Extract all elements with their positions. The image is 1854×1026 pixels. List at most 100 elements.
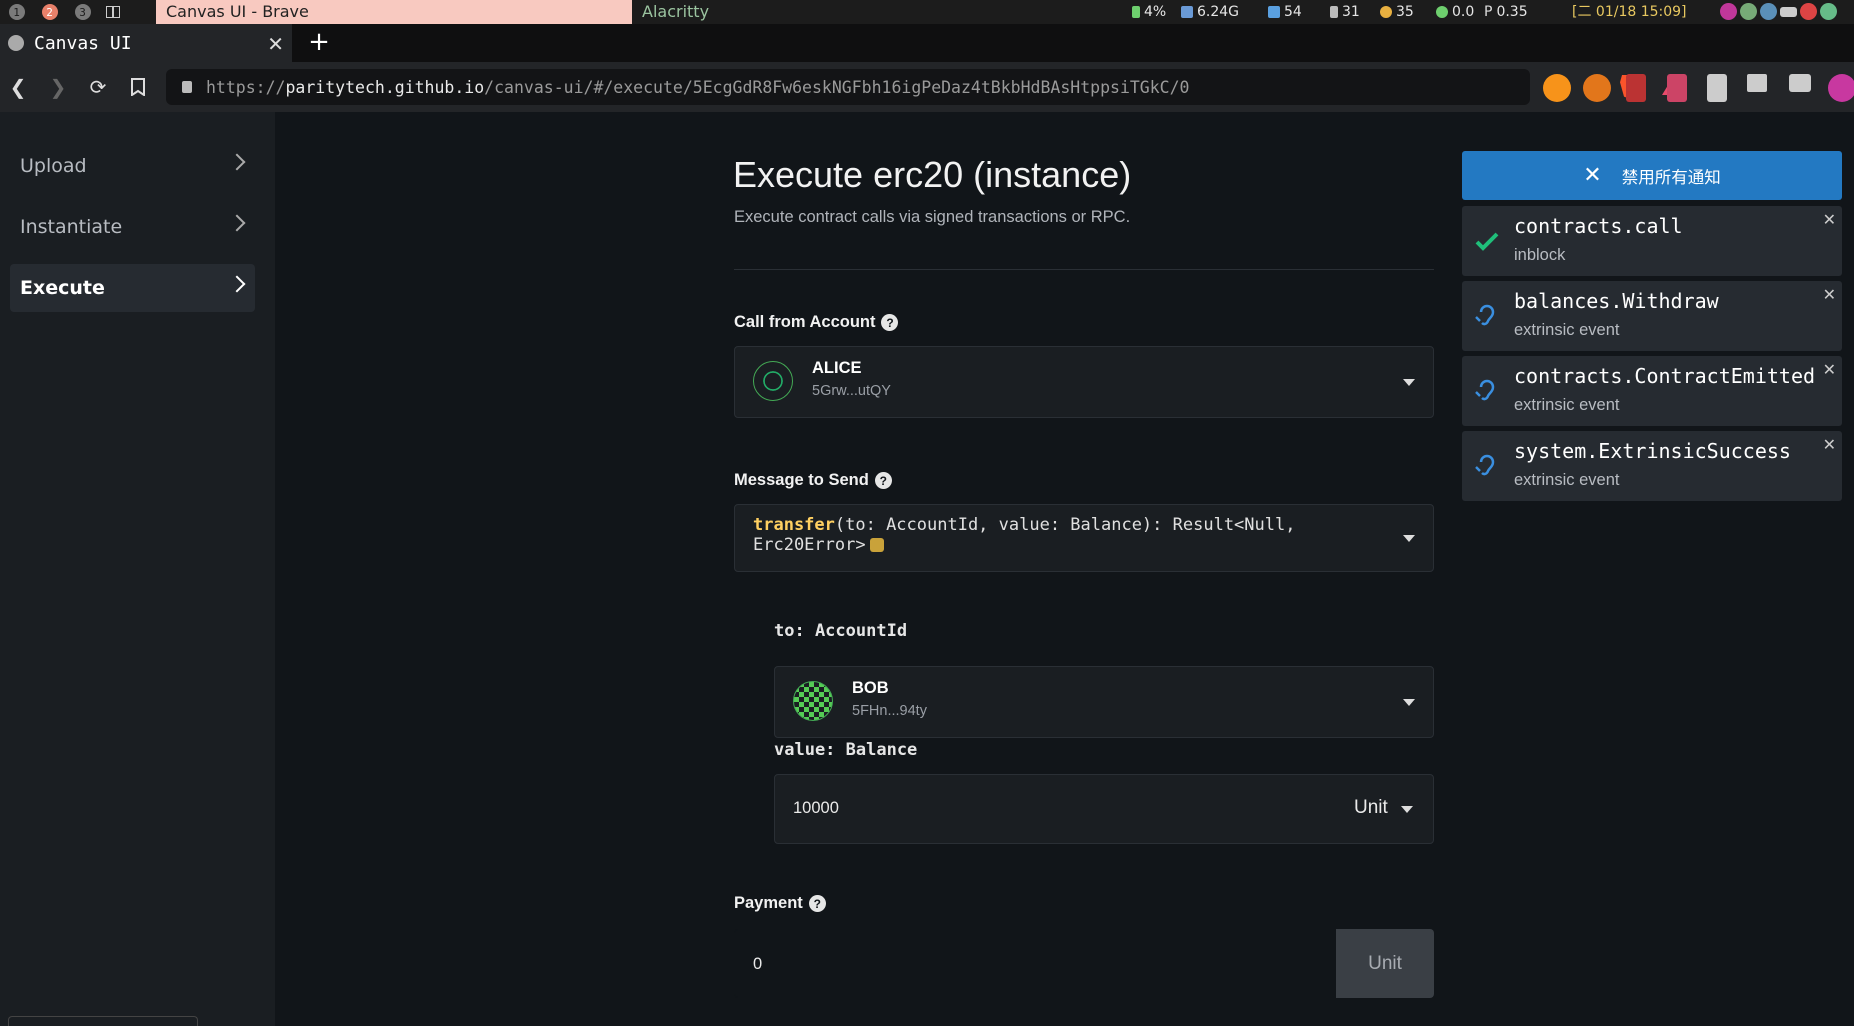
account-address: 5Grw...utQY (812, 383, 891, 399)
message-select[interactable]: transfer(to: AccountId, value: Balance):… (734, 504, 1434, 572)
brightness-status: 35 (1380, 0, 1414, 24)
extensions-puzzle-icon[interactable] (1707, 74, 1727, 102)
payment-label: Payment ? (734, 894, 826, 913)
sidebar-item-label: Upload (20, 155, 87, 177)
tab-strip: Canvas UI ✕ + (0, 24, 1854, 62)
tray-app-icon[interactable] (1800, 3, 1817, 20)
extension-icon[interactable] (1667, 74, 1687, 102)
volume-status: 31 (1330, 0, 1360, 24)
url-text: https://paritytech.github.io/canvas-ui/#… (206, 77, 1190, 97)
close-tab-icon[interactable]: ✕ (267, 32, 284, 56)
chevron-right-icon (228, 214, 246, 232)
globe-icon (8, 35, 24, 51)
value-input[interactable]: 10000 Unit (774, 774, 1434, 844)
ear-icon (1475, 304, 1495, 326)
sidebar-item-instantiate[interactable]: Instantiate (10, 203, 255, 251)
call-from-account-label: Call from Account ? (734, 313, 899, 332)
volume-icon (1330, 6, 1338, 18)
cpu-status: 0.0 (1436, 0, 1474, 24)
cpu-icon (1436, 6, 1448, 18)
ear-icon (1475, 454, 1495, 476)
clock: [二 01/18 15:09] (1572, 4, 1687, 20)
wifi-icon (1268, 6, 1280, 18)
workspace-label: 1 (8, 4, 25, 20)
cpu-value: 0.0 (1452, 4, 1475, 20)
help-icon[interactable]: ? (881, 314, 899, 331)
tray-app-icon[interactable] (1720, 3, 1737, 20)
browser-tab[interactable]: Canvas UI ✕ (0, 24, 292, 62)
proc-icon: P (1484, 4, 1493, 20)
notification-title: contracts.ContractEmitted (1514, 364, 1816, 388)
sidebar-item-label: Instantiate (20, 216, 123, 238)
address-bar[interactable]: https://paritytech.github.io/canvas-ui/#… (166, 69, 1684, 105)
disk-status: 6.24G (1181, 0, 1239, 24)
unit-select[interactable]: Unit (1354, 797, 1388, 819)
arg-value-label: value: Balance (774, 740, 918, 760)
caller-account-select[interactable]: ALICE 5Grw...utQY (734, 346, 1434, 418)
profile-avatar[interactable] (1828, 74, 1854, 102)
notification-subtitle: extrinsic event (1514, 471, 1620, 489)
sidebar-footer (8, 1016, 198, 1026)
new-tab-button[interactable]: + (304, 28, 334, 58)
sidebar-item-execute[interactable]: Execute (10, 264, 255, 312)
workspace-1[interactable]: 1 (0, 0, 33, 24)
forward-icon[interactable]: ❯ (46, 75, 70, 99)
wallet-icon[interactable] (1789, 74, 1811, 92)
notification-item: balances.Withdraw extrinsic event ✕ (1462, 281, 1842, 351)
workspace-3[interactable]: 3 (66, 0, 99, 24)
ear-icon (1475, 379, 1495, 401)
tray-app-icon[interactable] (1820, 3, 1837, 20)
value-input-text: 10000 (793, 799, 839, 817)
divider (734, 269, 1434, 270)
dismiss-all-notifications-button[interactable]: ✕ 禁用所有通知 (1462, 151, 1842, 200)
help-icon[interactable]: ? (808, 895, 826, 912)
battery-status: 4% (1132, 0, 1166, 24)
metamask-icon[interactable] (1583, 74, 1611, 102)
account-address: 5FHn...94ty (852, 703, 927, 719)
extension-icon[interactable] (1626, 74, 1646, 102)
close-icon[interactable]: ✕ (1823, 435, 1836, 454)
active-window-title[interactable]: Canvas UI - Brave (156, 0, 632, 24)
wifi-value: 54 (1284, 4, 1302, 20)
page-subtitle: Execute contract calls via signed transa… (734, 208, 1131, 226)
notification-subtitle: inblock (1514, 246, 1566, 264)
layout-icon[interactable] (99, 0, 127, 24)
to-account-select[interactable]: BOB 5FHn...94ty (774, 666, 1434, 738)
disk-icon (1181, 6, 1193, 18)
wechat-icon[interactable] (1740, 3, 1757, 20)
chevron-down-icon (1403, 535, 1415, 542)
message-fn-name: transfer (753, 515, 835, 535)
payment-unit-button[interactable]: Unit (1336, 929, 1434, 998)
identicon (753, 361, 793, 401)
payment-input[interactable]: 0 (734, 929, 1434, 998)
workspace-2[interactable]: 2 (33, 0, 66, 24)
extension-icon[interactable] (1543, 74, 1571, 102)
back-icon[interactable]: ❮ (6, 75, 30, 99)
brightness-value: 35 (1396, 4, 1414, 20)
close-icon[interactable]: ✕ (1823, 360, 1836, 379)
system-tray (1720, 3, 1837, 20)
arg-to-label: to: AccountId (774, 621, 908, 641)
account-name: BOB (852, 679, 889, 697)
close-icon[interactable]: ✕ (1823, 285, 1836, 304)
message-params: (to: AccountId, value: Balance): Result<… (753, 515, 1296, 555)
chevron-down-icon (1403, 699, 1415, 706)
tray-app-icon[interactable] (1760, 3, 1777, 20)
reload-icon[interactable]: ⟳ (86, 75, 110, 99)
page-title: Execute erc20 (instance) (733, 154, 1132, 195)
payment-input-text: 0 (753, 955, 763, 973)
battery-tray-icon[interactable] (1780, 7, 1797, 17)
check-icon (1475, 232, 1499, 251)
playlist-icon[interactable] (1747, 74, 1767, 92)
notification-title: balances.Withdraw (1514, 289, 1719, 313)
bookmark-icon[interactable] (126, 75, 150, 99)
other-window-title[interactable]: Alacritty (642, 0, 709, 24)
message-signature: transfer(to: AccountId, value: Balance):… (753, 515, 1353, 555)
help-icon[interactable]: ? (874, 472, 892, 489)
notification-title: contracts.call (1514, 214, 1683, 238)
notification-item: contracts.ContractEmitted extrinsic even… (1462, 356, 1842, 426)
close-icon[interactable]: ✕ (1823, 210, 1836, 229)
browser-toolbar: ❮ ❯ ⟳ https://paritytech.github.io/canva… (0, 62, 1854, 112)
proc-status: P 0.35 (1484, 0, 1528, 24)
sidebar-item-upload[interactable]: Upload (10, 142, 255, 190)
